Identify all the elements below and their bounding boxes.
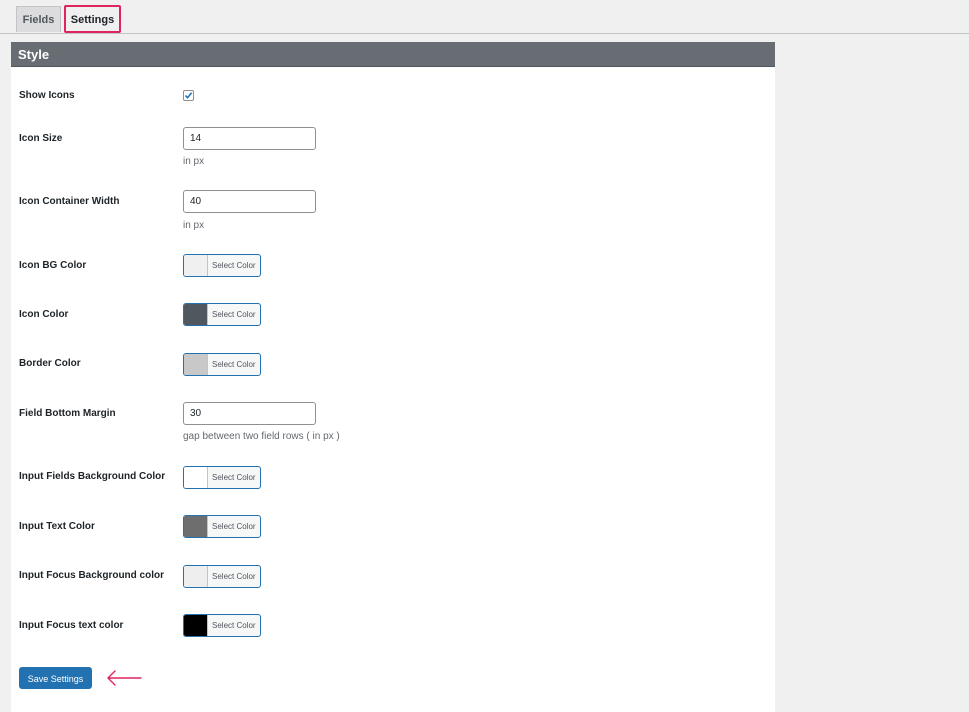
input-focus-text-color-swatch	[184, 615, 208, 636]
icon-color-picker[interactable]: Select Color	[183, 303, 261, 326]
checkmark-icon	[184, 92, 193, 99]
icon-color-swatch	[184, 304, 208, 325]
tab-bar: Fields Settings	[0, 0, 969, 34]
icon-container-width-hint: in px	[183, 220, 205, 231]
icon-size-hint: in px	[183, 156, 205, 167]
input-focus-text-color-label: Input Focus text color	[19, 620, 124, 631]
input-focus-text-color-picker[interactable]: Select Color	[183, 614, 261, 637]
input-text-color-swatch	[184, 516, 208, 537]
icon-container-width-input[interactable]	[183, 190, 316, 213]
icon-bg-color-picker[interactable]: Select Color	[183, 254, 261, 277]
icon-container-width-label: Icon Container Width	[19, 196, 120, 207]
select-color-label: Select Color	[212, 621, 256, 630]
border-color-swatch	[184, 354, 208, 375]
field-bottom-margin-hint: gap between two field rows ( in px )	[183, 431, 340, 442]
field-bottom-margin-input[interactable]	[183, 402, 316, 425]
border-color-picker[interactable]: Select Color	[183, 353, 261, 376]
select-color-label: Select Color	[212, 522, 256, 531]
icon-bg-color-label: Icon BG Color	[19, 260, 87, 271]
input-fields-bg-color-swatch	[184, 467, 208, 488]
icon-size-label: Icon Size	[19, 133, 63, 144]
field-bottom-margin-label: Field Bottom Margin	[19, 408, 116, 419]
settings-panel: Style Show Icons Icon Size in px Icon Co…	[11, 42, 775, 712]
input-text-color-picker[interactable]: Select Color	[183, 515, 261, 538]
input-focus-bg-color-picker[interactable]: Select Color	[183, 565, 261, 588]
icon-bg-color-swatch	[184, 255, 208, 276]
save-settings-button[interactable]: Save Settings	[19, 667, 92, 689]
select-color-label: Select Color	[212, 261, 256, 270]
select-color-label: Select Color	[212, 473, 256, 482]
select-color-label: Select Color	[212, 572, 256, 581]
icon-size-input[interactable]	[183, 127, 316, 150]
section-title: Style	[11, 42, 775, 67]
show-icons-checkbox[interactable]	[183, 90, 194, 101]
input-focus-bg-color-swatch	[184, 566, 208, 587]
tab-settings[interactable]: Settings	[64, 5, 121, 33]
border-color-label: Border Color	[19, 358, 81, 369]
input-fields-bg-color-picker[interactable]: Select Color	[183, 466, 261, 489]
tab-fields[interactable]: Fields	[16, 6, 61, 32]
input-text-color-label: Input Text Color	[19, 521, 95, 532]
input-focus-bg-color-label: Input Focus Background color	[19, 570, 165, 581]
icon-color-label: Icon Color	[19, 309, 69, 320]
arrow-left-icon	[107, 670, 142, 686]
select-color-label: Select Color	[212, 310, 256, 319]
select-color-label: Select Color	[212, 360, 256, 369]
input-fields-bg-color-label: Input Fields Background Color	[19, 471, 166, 482]
show-icons-label: Show Icons	[19, 90, 75, 101]
